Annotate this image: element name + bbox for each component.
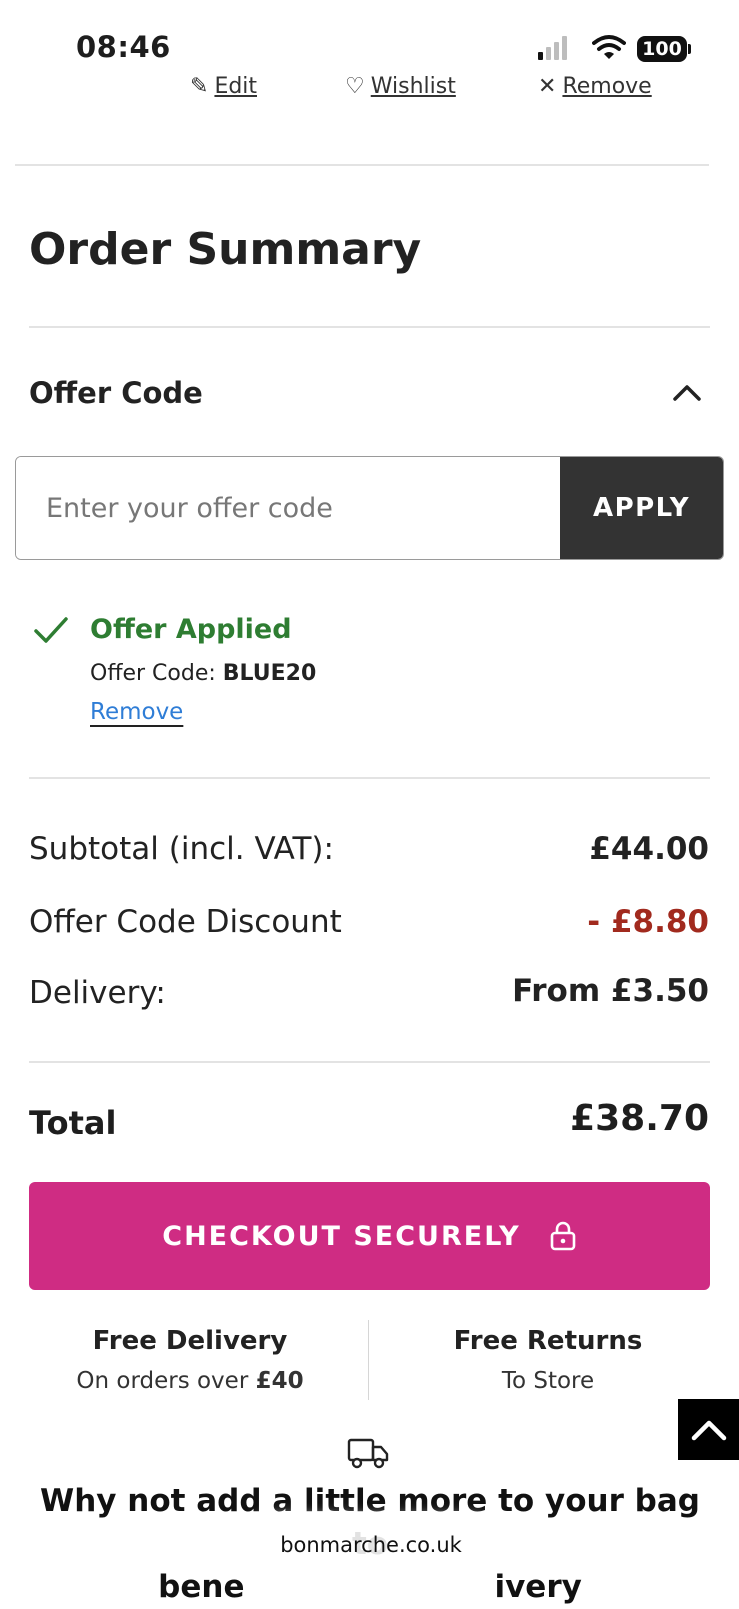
status-time: 08:46	[76, 30, 171, 64]
offer-code-input[interactable]	[16, 457, 560, 559]
pencil-icon: ✎	[190, 74, 209, 99]
total-value: £38.70	[570, 1098, 709, 1139]
lock-icon	[550, 1221, 576, 1251]
battery-indicator: 100	[637, 36, 687, 62]
heart-icon: ♡	[345, 74, 365, 99]
free-delivery-sub-text: On orders over	[76, 1368, 249, 1394]
remove-offer-link[interactable]: Remove	[90, 699, 183, 725]
divider	[29, 326, 710, 328]
promo-line-2: bene ivery	[20, 1566, 720, 1609]
chevron-up-icon[interactable]	[672, 382, 702, 402]
delivery-truck-icon	[347, 1438, 389, 1469]
scroll-to-top-button[interactable]	[678, 1399, 739, 1460]
divider	[29, 777, 710, 779]
divider	[15, 164, 709, 166]
free-returns-sub: To Store	[501, 1368, 595, 1394]
offer-code-heading[interactable]: Offer Code	[29, 376, 203, 410]
offer-code-form: APPLY	[15, 456, 724, 560]
free-delivery-threshold: £40	[255, 1368, 304, 1394]
order-summary-title: Order Summary	[29, 224, 422, 275]
edit-action[interactable]: ✎ Edit	[190, 74, 257, 102]
free-delivery-title: Free Delivery	[92, 1326, 288, 1356]
free-returns-perk: Free Returns To Store	[378, 1326, 718, 1394]
delivery-label: Delivery:	[29, 975, 166, 1011]
subtotal-label: Subtotal (incl. VAT):	[29, 831, 334, 867]
apply-button[interactable]: APPLY	[560, 457, 723, 559]
checkout-securely-button[interactable]: CHECKOUT SECURELY	[29, 1182, 710, 1290]
perk-separator	[368, 1320, 369, 1400]
applied-code-label: Offer Code:	[90, 661, 216, 686]
wishlist-action[interactable]: ♡ Wishlist	[345, 74, 456, 102]
discount-label: Offer Code Discount	[29, 904, 342, 940]
edit-link[interactable]: Edit	[214, 74, 257, 99]
applied-code-value: BLUE20	[222, 661, 317, 686]
subtotal-value: £44.00	[589, 831, 709, 867]
offer-applied-message: Offer Applied	[90, 614, 292, 645]
remove-item-link[interactable]: Remove	[562, 74, 651, 99]
cellular-signal-icon	[538, 36, 567, 60]
divider	[29, 1061, 710, 1063]
battery-cap	[688, 44, 691, 54]
chevron-up-icon	[691, 1420, 726, 1440]
checkout-label: CHECKOUT SECURELY	[162, 1220, 521, 1252]
checkmark-icon	[34, 617, 68, 643]
close-icon: ✕	[538, 74, 557, 99]
free-delivery-perk: Free Delivery On orders over £40	[20, 1326, 360, 1394]
wifi-icon	[592, 35, 626, 59]
remove-item-action[interactable]: ✕ Remove	[538, 74, 652, 102]
discount-value: - £8.80	[587, 904, 709, 940]
delivery-value: From £3.50	[512, 973, 709, 1009]
browser-url-bar[interactable]: bonmarche.co.uk	[246, 1520, 496, 1570]
applied-offer-code: Offer Code: BLUE20	[90, 661, 316, 686]
wishlist-link[interactable]: Wishlist	[371, 74, 456, 99]
total-label: Total	[29, 1104, 117, 1142]
free-returns-title: Free Returns	[453, 1326, 643, 1356]
free-delivery-sub: On orders over £40	[20, 1368, 360, 1394]
